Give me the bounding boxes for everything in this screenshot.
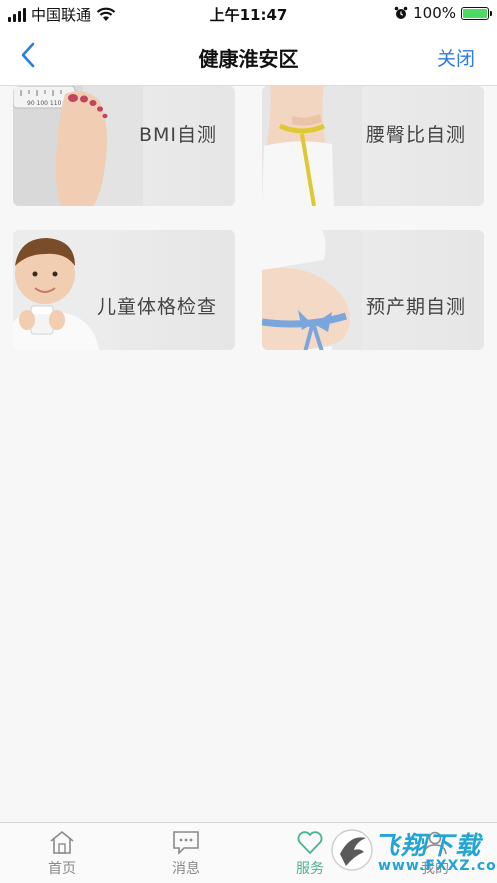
page-title: 健康淮安区 [198, 47, 299, 71]
signal-icon [8, 7, 26, 22]
tab-messages[interactable]: 消息 [151, 829, 221, 878]
message-icon [173, 831, 199, 855]
status-left: 中国联通 [8, 4, 116, 25]
card-label: 腰臀比自测 [365, 124, 466, 146]
back-button[interactable] [14, 40, 44, 70]
child-milk-image [13, 230, 113, 350]
battery-icon [461, 6, 492, 20]
card-label: 预产期自测 [365, 296, 466, 318]
navigation-bar: 健康淮安区 关闭 [0, 26, 497, 86]
battery-percent: 100% [413, 4, 456, 22]
back-chevron-icon [21, 42, 35, 68]
tab-messages-label: 消息 [172, 861, 200, 877]
card-label: BMI自测 [138, 124, 217, 146]
heart-icon [297, 831, 323, 854]
home-icon [50, 830, 74, 854]
wifi-icon [96, 7, 116, 21]
due-date-test-card[interactable]: 预产期自测 [262, 230, 484, 350]
close-button[interactable]: 关闭 [437, 44, 475, 71]
battery-level-fill [463, 8, 487, 18]
card-label: 儿童体格检查 [96, 296, 217, 318]
alarm-icon [394, 6, 408, 19]
watermark-text: 飞翔下载 [374, 831, 483, 860]
bmi-test-card[interactable]: 90 100 110 BMI自测 [13, 86, 235, 206]
tab-home-label: 首页 [48, 861, 76, 877]
fxxz-logo-icon [331, 829, 373, 871]
scale-feet-image: 90 100 110 [13, 86, 143, 206]
watermark-url: www.FXXZ.com [378, 858, 497, 874]
status-right: 100% [394, 4, 492, 22]
carrier-label: 中国联通 [31, 6, 92, 24]
watermark: 飞翔下载 www.FXXZ.com [330, 824, 497, 880]
status-bar: 中国联通 上午11:47 100% [0, 0, 497, 26]
waist-measure-image [262, 86, 362, 206]
tab-home[interactable]: 首页 [27, 829, 97, 878]
waist-hip-test-card[interactable]: 腰臀比自测 [262, 86, 484, 206]
svg-text:90 100 110: 90 100 110 [27, 100, 62, 107]
child-physical-exam-card[interactable]: 儿童体格检查 [13, 230, 235, 350]
pregnant-belly-ribbon-image [262, 230, 362, 350]
